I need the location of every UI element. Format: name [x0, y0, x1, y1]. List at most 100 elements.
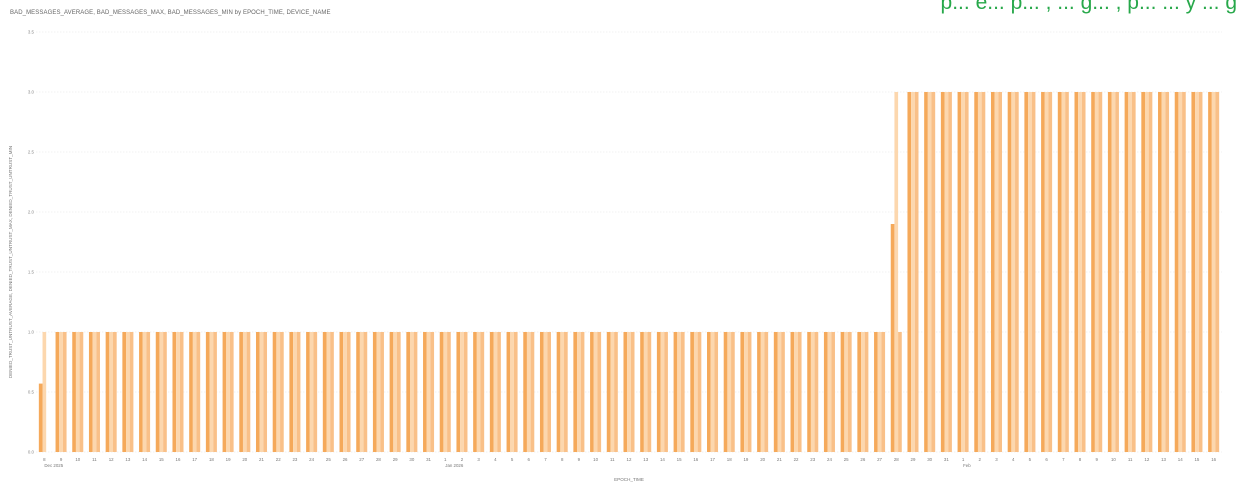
x-month-label: Feb	[963, 463, 971, 468]
bar	[1195, 92, 1199, 452]
bars	[38, 92, 1220, 452]
bar	[142, 332, 147, 452]
bar	[911, 92, 915, 452]
bar	[380, 332, 384, 452]
bar	[1174, 92, 1179, 452]
bar	[731, 332, 735, 452]
bar	[857, 332, 862, 452]
bar	[493, 332, 498, 452]
bar	[255, 332, 260, 452]
x-tick-label: 28	[376, 457, 381, 462]
x-tick-label: 5	[511, 457, 514, 462]
bar	[823, 332, 828, 452]
bar	[226, 332, 230, 452]
bar	[179, 332, 184, 452]
bar	[62, 332, 67, 452]
bar	[189, 332, 193, 452]
bar	[209, 332, 214, 452]
bar	[740, 332, 745, 452]
bar	[309, 332, 314, 452]
bar	[1165, 92, 1170, 452]
bar	[977, 92, 982, 452]
x-tick-label: 4	[494, 457, 497, 462]
bar	[1015, 92, 1019, 452]
bar	[530, 332, 535, 452]
bar	[560, 332, 565, 452]
bar	[393, 332, 397, 452]
bar	[359, 332, 364, 452]
bar	[38, 383, 43, 452]
x-tick-label: 22	[794, 457, 799, 462]
bar	[263, 332, 268, 452]
bar	[573, 332, 578, 452]
x-tick-label: 6	[528, 457, 531, 462]
bar	[1148, 92, 1153, 452]
x-tick-label: 30	[927, 457, 932, 462]
bar	[760, 332, 765, 452]
bar	[990, 92, 995, 452]
x-tick-label: 12	[627, 457, 632, 462]
x-tick-label: 16	[693, 457, 698, 462]
bar	[426, 332, 431, 452]
x-tick-label: 24	[309, 457, 314, 462]
bar	[176, 332, 180, 452]
x-tick-label: 18	[209, 457, 214, 462]
bar	[614, 332, 618, 452]
x-tick-label: 3	[477, 457, 480, 462]
bar	[1011, 92, 1016, 452]
x-tick-label: 1	[444, 457, 447, 462]
x-tick-label: 9	[578, 457, 581, 462]
bar	[1215, 92, 1220, 452]
bar	[192, 332, 197, 452]
x-tick-label: 26	[343, 457, 348, 462]
bar	[1161, 92, 1166, 452]
x-tick-label: 25	[326, 457, 331, 462]
x-tick-label: 27	[877, 457, 882, 462]
bar	[396, 332, 401, 452]
x-tick-label: 20	[242, 457, 247, 462]
x-tick-label: 11	[92, 457, 97, 462]
bar	[714, 332, 719, 452]
bar	[914, 92, 919, 452]
bar	[864, 332, 869, 452]
bar	[861, 332, 865, 452]
x-tick-label: 10	[593, 457, 598, 462]
x-tick-label: 8	[1079, 457, 1082, 462]
x-tick-label: 19	[743, 457, 748, 462]
bar	[506, 332, 511, 452]
bar	[894, 92, 899, 452]
bar	[707, 332, 711, 452]
bar	[1091, 92, 1095, 452]
bar	[693, 332, 698, 452]
x-tick-label: 22	[276, 457, 281, 462]
bar	[777, 332, 782, 452]
bar	[1124, 92, 1129, 452]
bar	[306, 332, 310, 452]
bar	[697, 332, 702, 452]
bar	[807, 332, 811, 452]
bar	[343, 332, 347, 452]
bar	[539, 332, 544, 452]
bar	[105, 332, 110, 452]
x-tick-label: 12	[109, 457, 114, 462]
bar	[456, 332, 461, 452]
x-tick-label: 7	[544, 457, 547, 462]
bar	[643, 332, 648, 452]
bar	[580, 332, 585, 452]
x-tick-label: 2	[979, 457, 982, 462]
bar	[723, 332, 728, 452]
x-month-label: Jan 2026	[445, 463, 464, 468]
bar	[313, 332, 318, 452]
bar	[964, 92, 969, 452]
x-axis-ticks: 8 9 10 11 12 13 14 15 16 17 18 19 20 21 22 23 24 25 26 27 28…	[43, 457, 1217, 468]
x-tick-label: 17	[192, 457, 197, 462]
bar	[757, 332, 761, 452]
x-tick-label: 13	[1161, 457, 1166, 462]
bar	[940, 92, 945, 452]
bar	[547, 332, 551, 452]
bar	[79, 332, 84, 452]
bar	[443, 332, 448, 452]
x-tick-label: 11	[1128, 457, 1133, 462]
x-tick-label: 11	[610, 457, 615, 462]
y-tick-label: 1.0	[28, 330, 35, 335]
